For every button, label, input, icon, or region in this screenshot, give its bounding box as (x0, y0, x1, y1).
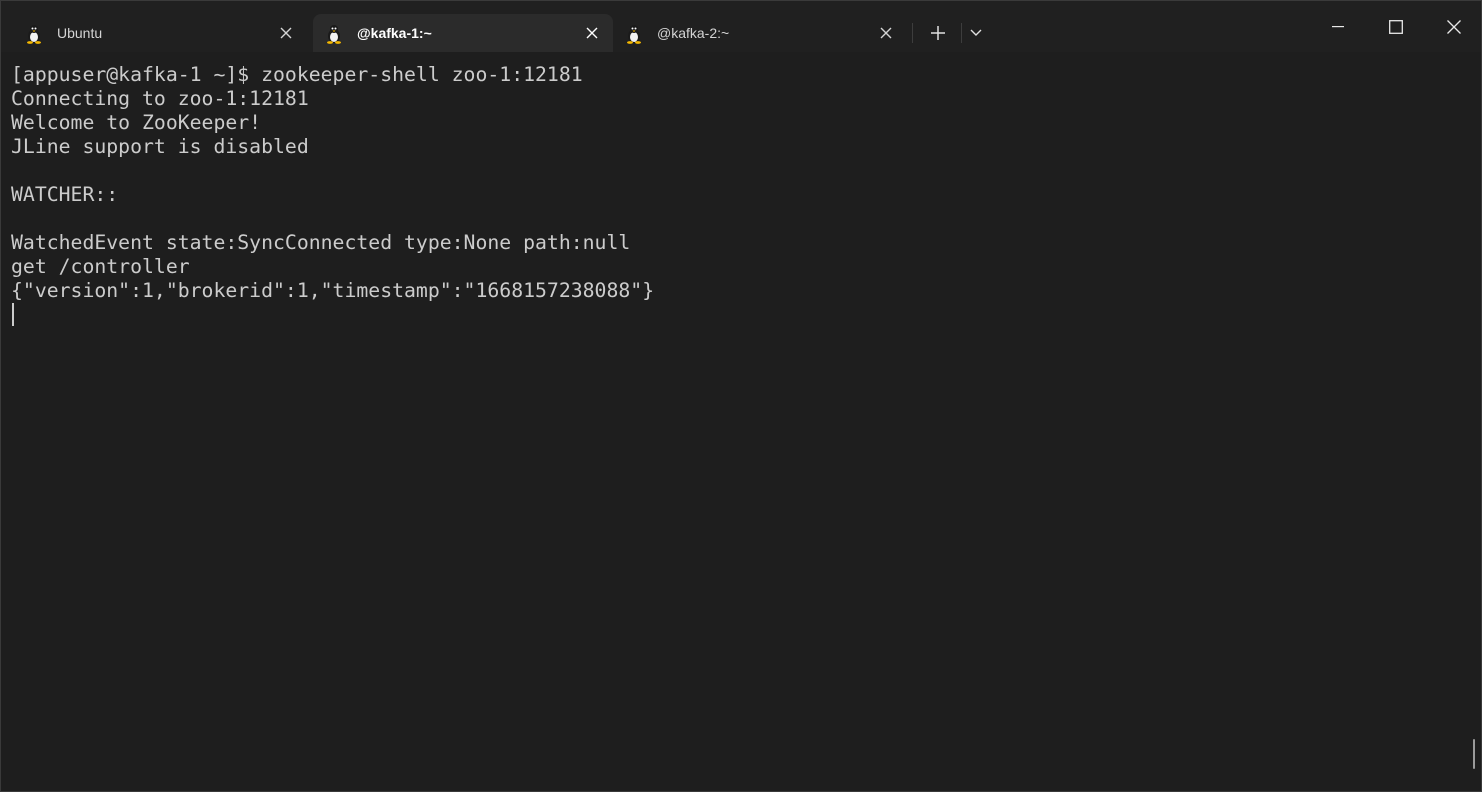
terminal-window: Ubuntu @kafka-1:~ @kafka-2:~ [appuser@ka… (0, 0, 1482, 792)
tab-separator (961, 23, 962, 43)
close-button[interactable] (1425, 1, 1481, 52)
maximize-icon (1389, 20, 1403, 34)
linux-tux-icon (627, 25, 641, 44)
linux-tux-icon (327, 25, 341, 44)
tab-kafka-2[interactable]: @kafka-2:~ (613, 14, 907, 52)
terminal-line: get /controller (11, 255, 190, 278)
terminal-line: Connecting to zoo-1:12181 (11, 87, 309, 110)
text-cursor (12, 303, 14, 326)
terminal-line: [appuser@kafka-1 ~]$ zookeeper-shell zoo… (11, 63, 583, 86)
tab-label: Ubuntu (57, 25, 103, 41)
tab-close-icon[interactable] (879, 26, 893, 40)
terminal-line: WATCHER:: (11, 183, 119, 206)
plus-icon[interactable] (931, 26, 945, 40)
terminal-line: Welcome to ZooKeeper! (11, 111, 262, 134)
tab-label: @kafka-2:~ (657, 25, 730, 41)
maximize-button[interactable] (1367, 1, 1425, 52)
linux-tux-icon (27, 25, 41, 44)
terminal-line: WatchedEvent state:SyncConnected type:No… (11, 231, 631, 254)
scrollbar[interactable] (1471, 52, 1481, 791)
close-icon (1447, 20, 1461, 34)
scrollbar-thumb[interactable] (1473, 739, 1475, 769)
title-bar[interactable]: Ubuntu @kafka-1:~ @kafka-2:~ (1, 1, 1481, 52)
chevron-down-icon[interactable] (970, 29, 982, 37)
tab-label: @kafka-1:~ (357, 25, 432, 41)
terminal-line: JLine support is disabled (11, 135, 309, 158)
tab-close-icon[interactable] (585, 26, 599, 40)
terminal-output[interactable]: [appuser@kafka-1 ~]$ zookeeper-shell zoo… (1, 52, 1481, 791)
tab-separator (912, 23, 913, 43)
tab-kafka-1[interactable]: @kafka-1:~ (313, 14, 613, 52)
tab-ubuntu[interactable]: Ubuntu (13, 14, 307, 52)
minimize-button[interactable] (1309, 1, 1367, 52)
terminal-line: {"version":1,"brokerid":1,"timestamp":"1… (11, 279, 655, 302)
tab-close-icon[interactable] (279, 26, 293, 40)
minimize-icon (1332, 26, 1344, 28)
